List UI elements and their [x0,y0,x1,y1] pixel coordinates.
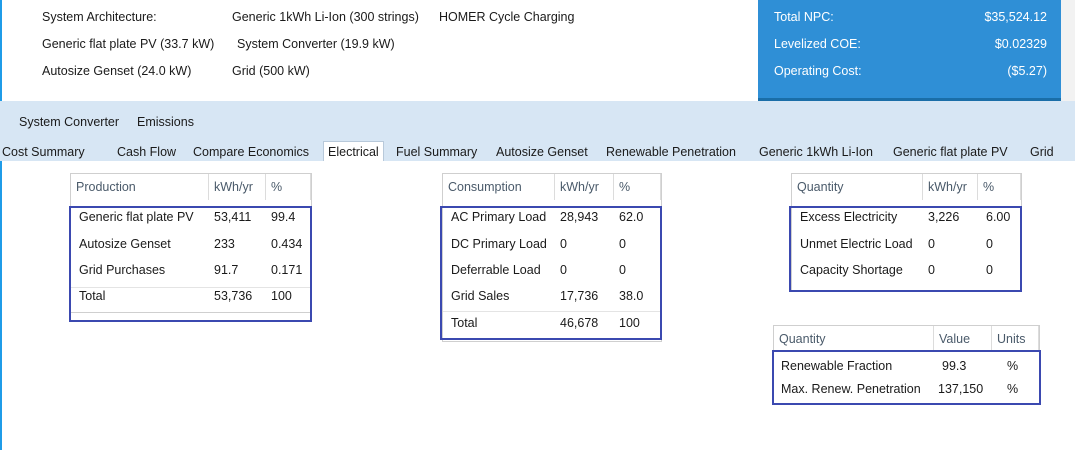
architecture-pv: Generic flat plate PV (33.7 kW) [42,37,215,51]
tab-autosize-genset[interactable]: Autosize Genset [496,143,588,161]
column-header[interactable]: kWh/yr [923,174,978,200]
total-npc-value: $35,524.12 [984,10,1047,24]
column-header[interactable]: % [978,174,1021,200]
column-header[interactable]: Value [934,326,992,352]
tab-system-converter[interactable]: System Converter [19,113,119,131]
production-highlight [69,206,312,322]
tab-emissions[interactable]: Emissions [137,113,194,131]
total-npc-label: Total NPC: [774,10,834,24]
tab-generic-flat-plate-pv[interactable]: Generic flat plate PV [893,143,1008,161]
column-header[interactable]: Units [992,326,1039,352]
column-header[interactable]: Quantity [792,174,923,200]
architecture-battery: Generic 1kWh Li-Ion (300 strings) [232,10,419,24]
tab-generic-li-ion[interactable]: Generic 1kWh Li-Ion [759,143,873,161]
quantity-highlight [789,206,1022,292]
column-header[interactable]: Quantity [774,326,934,352]
architecture-label: System Architecture: [42,10,157,24]
system-architecture-panel: System Architecture: Generic 1kWh Li-Ion… [0,0,760,101]
tab-compare-economics[interactable]: Compare Economics [193,143,309,161]
tab-renewable-penetration[interactable]: Renewable Penetration [606,143,736,161]
electrical-content: Production kWh/yr % Generic flat plate P… [0,161,1075,450]
tab-bar: System Converter Emissions Cost Summary … [0,101,1075,163]
architecture-genset: Autosize Genset (24.0 kW) [42,64,192,78]
tab-grid[interactable]: Grid [1030,143,1054,161]
architecture-converter: System Converter (19.9 kW) [237,37,395,51]
column-header[interactable]: kWh/yr [555,174,614,200]
column-header[interactable]: Consumption [443,174,555,200]
tab-fuel-summary[interactable]: Fuel Summary [396,143,477,161]
architecture-grid: Grid (500 kW) [232,64,310,78]
column-header[interactable]: kWh/yr [209,174,266,200]
renewable-highlight [772,350,1041,405]
consumption-highlight [440,206,662,340]
tab-cash-flow[interactable]: Cash Flow [117,143,176,161]
tab-electrical[interactable]: Electrical [323,141,384,163]
architecture-dispatch: HOMER Cycle Charging [439,10,575,24]
cost-summary-panel: Total NPC: $35,524.12 Levelized COE: $0.… [758,0,1061,101]
column-header[interactable]: % [266,174,311,200]
coe-label: Levelized COE: [774,37,861,51]
operating-cost-label: Operating Cost: [774,64,862,78]
column-header[interactable]: % [614,174,661,200]
tab-cost-summary[interactable]: Cost Summary [2,143,85,161]
scroll-gutter [1061,0,1075,101]
coe-value: $0.02329 [994,37,1047,51]
operating-cost-value: ($5.27) [1007,64,1047,78]
column-header[interactable]: Production [71,174,209,200]
